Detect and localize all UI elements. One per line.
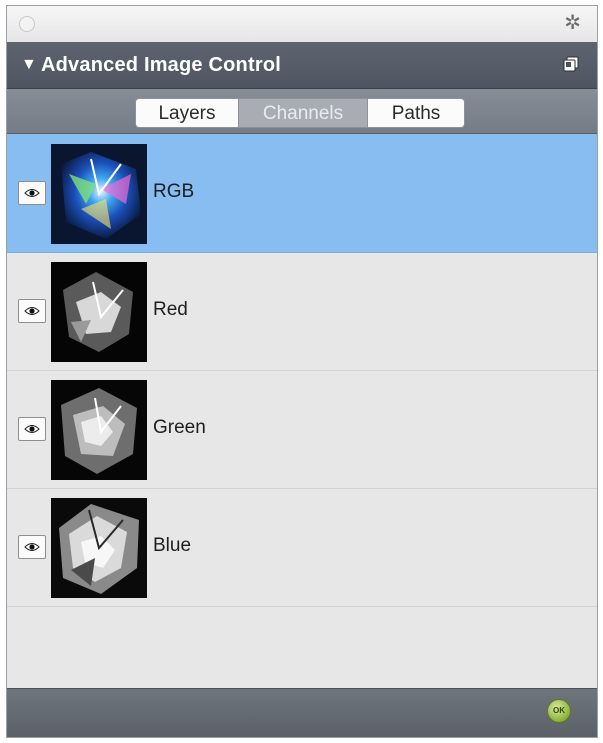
blue-channel-thumbnail [51,498,147,598]
green-channel-thumbnail [51,380,147,480]
eye-icon[interactable] [18,535,46,559]
tab-layers[interactable]: Layers [135,98,239,128]
gear-icon[interactable]: ✲ [564,12,581,34]
channel-name-rgb: RGB [153,181,195,202]
advanced-image-control-window: ✲ ▼ Advanced Image Control Layers Channe… [6,5,598,738]
tab-paths[interactable]: Paths [367,98,465,128]
eye-icon[interactable] [18,299,46,323]
channel-name-green: Green [153,417,206,438]
panel-title: Advanced Image Control [41,54,281,76]
eye-icon[interactable] [18,417,46,441]
red-channel-thumbnail [51,262,147,362]
collapse-triangle-icon[interactable]: ▼ [21,54,37,76]
panel-header: ▼ Advanced Image Control [7,42,597,89]
ok-button[interactable]: OK [547,699,571,723]
panel-footer: OK [7,688,597,737]
channel-row-red[interactable]: Red [7,252,597,371]
eye-icon[interactable] [18,181,46,205]
channel-row-green[interactable]: Green [7,370,597,489]
channel-name-blue: Blue [153,535,192,556]
rgb-channel-thumbnail [51,144,147,244]
tab-group: Layers Channels Paths [135,98,465,128]
channel-row-rgb[interactable]: RGB [7,134,597,253]
close-circle-icon[interactable] [19,16,35,32]
tab-bar: Layers Channels Paths [7,89,597,134]
channel-row-blue[interactable]: Blue [7,488,597,607]
channel-list: RGB Red Green Blue [7,134,597,690]
window-titlebar: ✲ [7,6,597,43]
tab-channels[interactable]: Channels [239,98,367,128]
popout-icon[interactable] [563,56,579,72]
channel-name-red: Red [153,299,188,320]
